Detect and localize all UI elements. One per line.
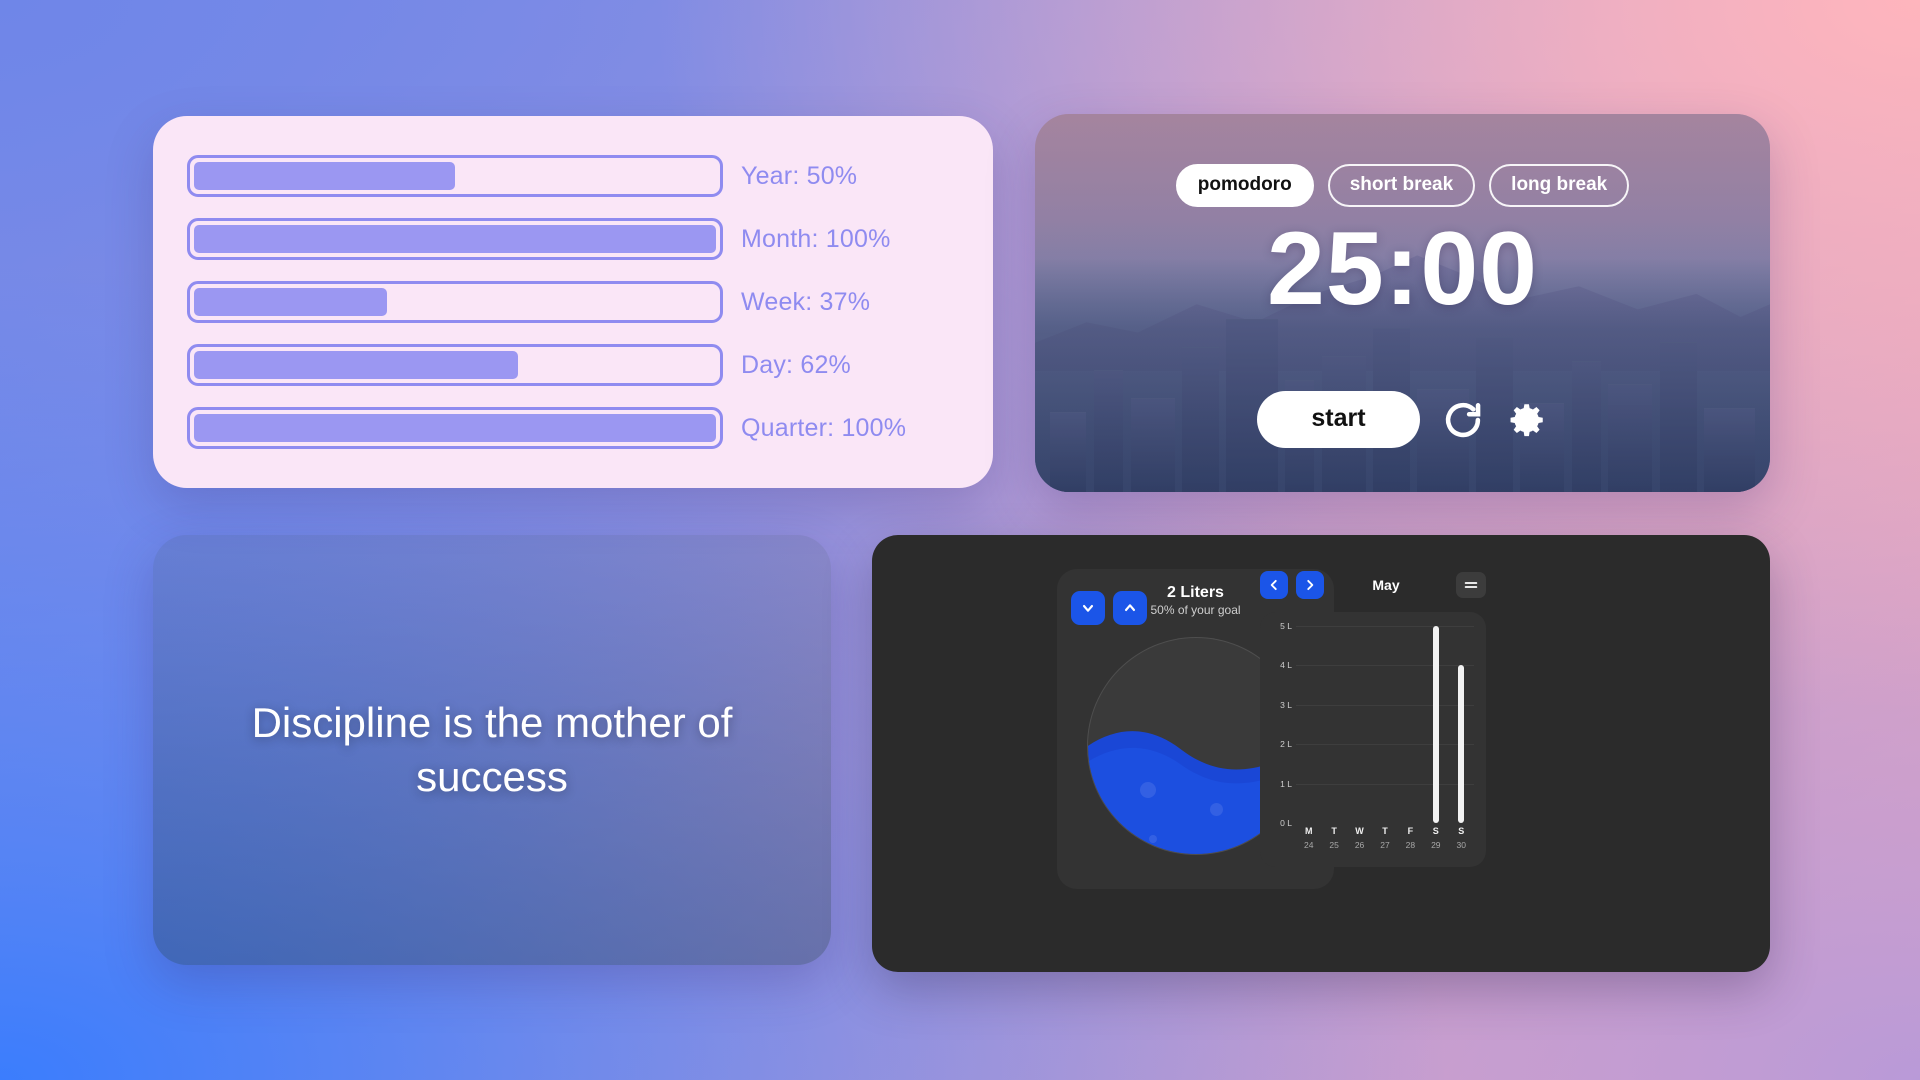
- x-axis-day-label: S: [1458, 826, 1465, 836]
- goal-row: Quarter: 100%: [187, 406, 959, 450]
- menu-icon[interactable]: [1456, 572, 1486, 598]
- chart-x-axis: M 24 T 25 W 26 T 27 F 28 S 29 S 30: [1296, 825, 1474, 857]
- progress-fill: [194, 414, 716, 442]
- x-axis-day-label: W: [1355, 826, 1364, 836]
- chevron-down-icon[interactable]: [1071, 591, 1105, 625]
- chart-bar: [1432, 626, 1439, 823]
- progress-fill: [194, 225, 716, 253]
- chart-x-label: F 28: [1398, 825, 1423, 857]
- y-axis-tick-label: 3 L: [1280, 699, 1292, 710]
- x-axis-day-label: T: [1382, 826, 1388, 836]
- quote-text: Discipline is the mother of success: [251, 699, 733, 800]
- goal-row: Day: 62%: [187, 343, 959, 387]
- chart-bars-area: [1296, 626, 1474, 823]
- chart-bar-column: [1347, 626, 1372, 823]
- progress-bar-quarter: [187, 407, 723, 449]
- y-axis-tick-label: 2 L: [1280, 739, 1292, 750]
- chart-x-label: W 26: [1347, 825, 1372, 857]
- chart-x-label: S 30: [1449, 825, 1474, 857]
- goal-label-quarter: Quarter: 100%: [741, 413, 907, 442]
- chevron-left-icon[interactable]: [1260, 571, 1288, 599]
- progress-fill: [194, 288, 388, 316]
- progress-bar-week: [187, 281, 723, 323]
- goal-label-day: Day: 62%: [741, 350, 851, 379]
- tab-pomodoro[interactable]: pomodoro: [1175, 164, 1314, 207]
- x-axis-date-label: 26: [1354, 839, 1365, 850]
- chart-bar-column: [1449, 626, 1474, 823]
- goal-label-week: Week: 37%: [741, 287, 871, 316]
- x-axis-day-label: S: [1432, 826, 1439, 836]
- goal-row: Week: 37%: [187, 280, 959, 324]
- chart-bar: [1458, 665, 1465, 823]
- x-axis-date-label: 28: [1405, 839, 1416, 850]
- timer-display: 25:00: [1267, 211, 1538, 327]
- chart-y-axis: 5 L 4 L 3 L 2 L 1 L 0 L: [1270, 621, 1292, 828]
- goal-row: Year: 50%: [187, 154, 959, 198]
- chevron-up-icon[interactable]: [1113, 591, 1147, 625]
- chart-header: May: [1260, 566, 1486, 604]
- progress-bar-month: [187, 218, 723, 260]
- progress-bar-day: [187, 344, 723, 386]
- x-axis-date-label: 27: [1380, 839, 1390, 850]
- bubble: [1139, 781, 1156, 798]
- start-button[interactable]: start: [1257, 391, 1420, 448]
- timer-controls: start: [1035, 391, 1770, 448]
- goal-row: Month: 100%: [187, 217, 959, 261]
- quote-card: Discipline is the mother of success: [153, 535, 831, 965]
- chart-bar-column: [1296, 626, 1321, 823]
- goal-label-year: Year: 50%: [741, 161, 858, 190]
- goal-label-month: Month: 100%: [741, 224, 891, 253]
- y-axis-tick-label: 1 L: [1280, 778, 1292, 789]
- progress-bar-year: [187, 155, 723, 197]
- chevron-right-icon[interactable]: [1296, 571, 1324, 599]
- progress-fill: [194, 162, 455, 190]
- weekly-intake-chart: 5 L 4 L 3 L 2 L 1 L 0 L M 24 T 25 W 26 T 27 F 28 S 29 S 30: [1260, 612, 1486, 867]
- bubble: [1109, 827, 1124, 842]
- month-label: May: [1372, 577, 1400, 593]
- x-axis-day-label: T: [1331, 826, 1337, 836]
- goals-progress-card: Year: 50% Month: 100% Week: 37% Day: 62%…: [153, 116, 993, 488]
- chart-bar-column: [1398, 626, 1423, 823]
- x-axis-date-label: 25: [1329, 839, 1339, 850]
- chart-x-label: S 29: [1423, 825, 1448, 857]
- chart-bar-column: [1423, 626, 1448, 823]
- x-axis-date-label: 29: [1431, 839, 1441, 850]
- x-axis-day-label: F: [1407, 826, 1414, 836]
- pomodoro-timer-card: pomodoro short break long break 25:00 st…: [1035, 114, 1770, 492]
- gear-icon[interactable]: [1506, 399, 1548, 441]
- x-axis-day-label: M: [1304, 826, 1313, 836]
- chart-x-label: M 24: [1296, 825, 1321, 857]
- wallpaper-canvas: Year: 50% Month: 100% Week: 37% Day: 62%…: [0, 0, 1920, 1080]
- progress-fill: [194, 351, 518, 379]
- reset-icon[interactable]: [1442, 399, 1484, 441]
- x-axis-date-label: 30: [1456, 839, 1466, 850]
- timer-mode-tabs: pomodoro short break long break: [1035, 164, 1770, 207]
- chart-x-label: T 27: [1373, 825, 1398, 857]
- chart-bars: [1296, 626, 1474, 823]
- chart-bar-column: [1373, 626, 1398, 823]
- y-axis-tick-label: 0 L: [1280, 818, 1292, 828]
- y-axis-tick-label: 5 L: [1280, 621, 1292, 631]
- chart-plot-area: 5 L 4 L 3 L 2 L 1 L 0 L M 24 T 25 W 26 T 27 F 28 S 29 S 30: [1270, 621, 1474, 857]
- x-axis-date-label: 24: [1303, 839, 1314, 850]
- chart-bar-column: [1322, 626, 1347, 823]
- tab-long-break[interactable]: long break: [1489, 164, 1630, 207]
- y-axis-tick-label: 4 L: [1280, 660, 1292, 671]
- chart-x-label: T 25: [1322, 825, 1347, 857]
- hydration-dashboard-card: 2 Liters 50% of your goal May 5 L 4 L 3 …: [872, 535, 1770, 972]
- tab-short-break[interactable]: short break: [1327, 164, 1476, 207]
